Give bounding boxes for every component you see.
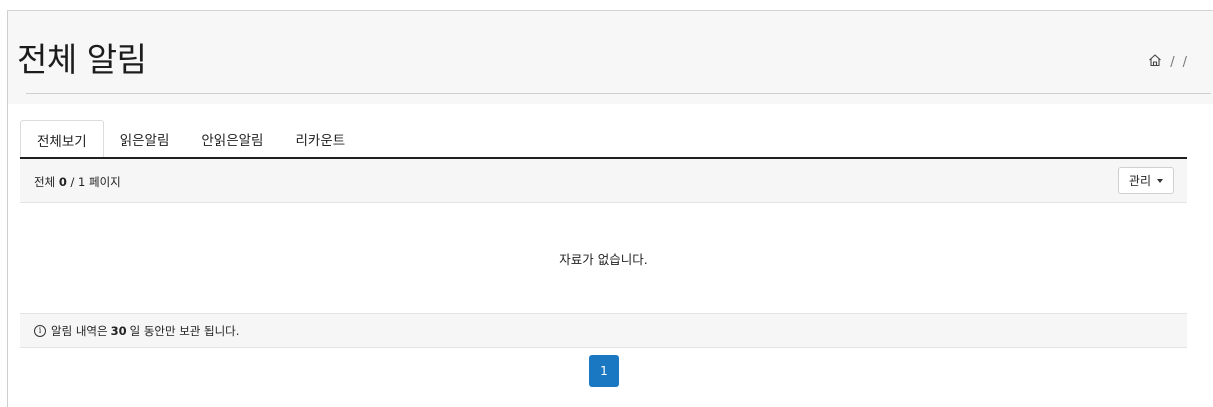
home-icon[interactable]	[1148, 53, 1162, 71]
retention-notice: i 알림 내역은 30 일 동안만 보관 됩니다.	[20, 313, 1187, 348]
info-icon: i	[34, 324, 46, 337]
manage-dropdown-button[interactable]: 관리	[1117, 167, 1174, 194]
manage-label: 관리	[1128, 174, 1151, 188]
breadcrumb: / /	[1148, 53, 1187, 71]
pagination: 1	[589, 355, 619, 387]
page-button-current[interactable]: 1	[589, 355, 619, 387]
empty-message: 자료가 없습니다.	[559, 251, 648, 267]
tab-read[interactable]: 읽은알림	[104, 120, 186, 158]
header-divider	[26, 93, 1211, 94]
item-count: 전체 0 / 1 페이지	[34, 175, 121, 189]
page-title: 전체 알림	[17, 40, 147, 79]
breadcrumb-separator: /	[1182, 54, 1187, 70]
list-toolbar: 전체 0 / 1 페이지 관리	[20, 159, 1187, 203]
breadcrumb-separator: /	[1170, 54, 1175, 70]
tab-all[interactable]: 전체보기	[20, 120, 104, 158]
page-header: 전체 알림 / /	[8, 11, 1213, 104]
tab-bar: 전체보기 읽은알림 안읽은알림 리카운트	[20, 120, 361, 158]
tab-recount[interactable]: 리카운트	[279, 120, 361, 158]
caret-down-icon	[1157, 178, 1163, 183]
tab-unread[interactable]: 안읽은알림	[185, 120, 279, 158]
